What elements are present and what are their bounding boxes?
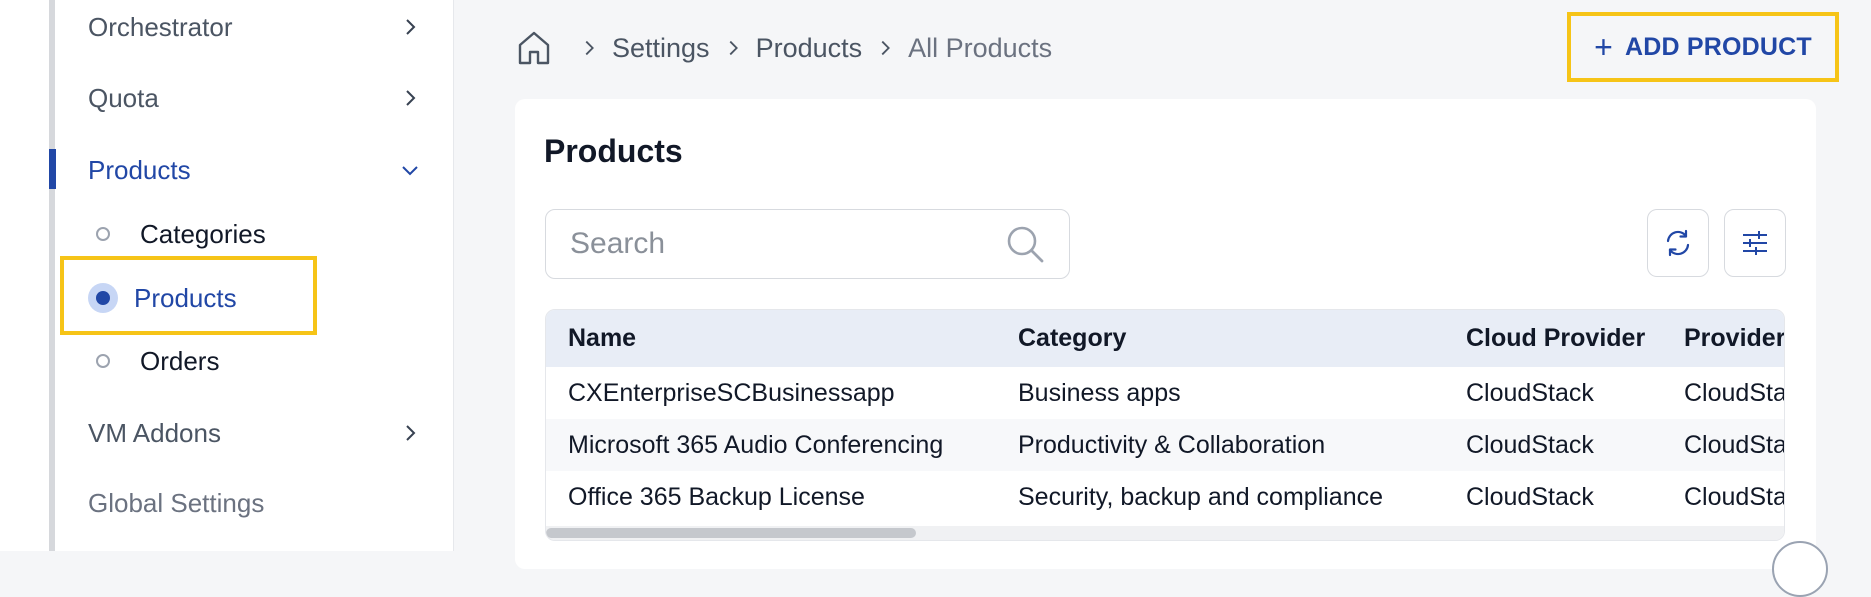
- products-card: Products Search Name Category Cloud Prov…: [515, 99, 1816, 569]
- filter-settings-button[interactable]: [1724, 209, 1786, 277]
- bullet-icon: [96, 227, 110, 241]
- cell-name: Office 365 Backup License: [568, 482, 865, 511]
- sidebar-rail: [49, 0, 55, 551]
- cell-name: Microsoft 365 Audio Conferencing: [546, 419, 996, 471]
- table-row[interactable]: CXEnterpriseSCBusinessapp Business apps …: [546, 367, 1784, 419]
- sliders-icon: [1743, 231, 1767, 255]
- cell-cloud-provider: CloudStack: [1444, 419, 1662, 471]
- cell-category: Security, backup and compliance: [1018, 482, 1384, 511]
- home-icon[interactable]: [516, 29, 552, 67]
- subnav-item-orders[interactable]: Orders: [92, 341, 219, 381]
- bullet-icon: [96, 354, 110, 368]
- chevron-right-icon: [406, 90, 416, 106]
- chevron-down-icon: [402, 166, 418, 176]
- cell-provider: CloudStack: [1684, 378, 1784, 407]
- column-header-provider[interactable]: Provider: [1662, 310, 1784, 367]
- sidebar-item-products[interactable]: Products: [88, 148, 428, 192]
- chevron-right-icon: [729, 40, 738, 56]
- refresh-icon: [1666, 229, 1690, 257]
- cell-category: Business apps: [1018, 378, 1181, 407]
- search-icon[interactable]: [1003, 222, 1047, 266]
- chevron-right-icon: [406, 19, 416, 35]
- sidebar: Orchestrator Quota Products Categories P…: [0, 0, 454, 551]
- breadcrumb: Settings Products All Products: [516, 28, 1052, 68]
- table-row[interactable]: Microsoft 365 Audio Conferencing Product…: [546, 419, 1784, 471]
- breadcrumb-item-current: All Products: [908, 32, 1053, 63]
- column-header-name[interactable]: Name: [546, 310, 996, 367]
- products-table: Name Category Cloud Provider Provider CX…: [545, 309, 1785, 541]
- sidebar-item-label: VM Addons: [88, 417, 221, 448]
- sidebar-item-orchestrator[interactable]: Orchestrator: [88, 5, 428, 49]
- search-box: [545, 209, 1070, 279]
- table-row[interactable]: Office 365 Backup License Security, back…: [546, 471, 1784, 523]
- page-title: Products: [544, 133, 683, 169]
- chevron-right-icon: [881, 40, 891, 56]
- cell-provider: CloudStack: [1684, 482, 1784, 511]
- add-product-label: ADD PRODUCT: [1624, 32, 1812, 61]
- breadcrumb-item-settings[interactable]: Settings: [612, 33, 710, 64]
- scrollbar-thumb[interactable]: [546, 528, 916, 538]
- subnav-item-label: Categories: [140, 218, 266, 249]
- add-product-button[interactable]: + ADD PRODUCT: [1567, 12, 1839, 82]
- subnav-item-categories[interactable]: Categories: [92, 214, 266, 254]
- subnav-item-products[interactable]: Products: [88, 278, 237, 318]
- sidebar-item-label: Orchestrator: [88, 11, 233, 42]
- sidebar-item-label: Products: [88, 154, 191, 185]
- floating-action-button[interactable]: [1772, 541, 1828, 597]
- table-header-row: Name Category Cloud Provider Provider: [546, 310, 1784, 367]
- sidebar-item-label: Global Settings: [88, 487, 265, 518]
- cell-provider: CloudStack: [1662, 419, 1784, 471]
- sidebar-item-quota[interactable]: Quota: [88, 76, 428, 120]
- horizontal-scrollbar[interactable]: [546, 526, 1784, 540]
- chevron-right-icon: [406, 425, 416, 441]
- active-indicator: [49, 149, 56, 189]
- subnav-item-label: Products: [134, 282, 237, 313]
- cell-name: CXEnterpriseSCBusinessapp: [568, 378, 895, 407]
- column-header-cloud-provider[interactable]: Cloud Provider: [1444, 310, 1662, 367]
- cell-category: Productivity & Collaboration: [996, 419, 1444, 471]
- sidebar-item-vm-addons[interactable]: VM Addons: [88, 411, 428, 455]
- breadcrumb-item-products[interactable]: Products: [756, 33, 863, 64]
- radio-selected-icon: [88, 283, 118, 313]
- plus-icon: +: [1594, 29, 1613, 65]
- subnav-item-label: Orders: [140, 345, 220, 376]
- column-header-category[interactable]: Category: [996, 310, 1444, 367]
- cell-cloud-provider: CloudStack: [1466, 482, 1594, 511]
- sidebar-item-global-settings[interactable]: Global Settings: [88, 481, 428, 525]
- search-input[interactable]: [568, 226, 1003, 262]
- cell-cloud-provider: CloudStack: [1466, 378, 1594, 407]
- refresh-button[interactable]: [1647, 209, 1709, 277]
- chevron-right-icon: [585, 40, 594, 56]
- sidebar-item-label: Quota: [88, 82, 159, 113]
